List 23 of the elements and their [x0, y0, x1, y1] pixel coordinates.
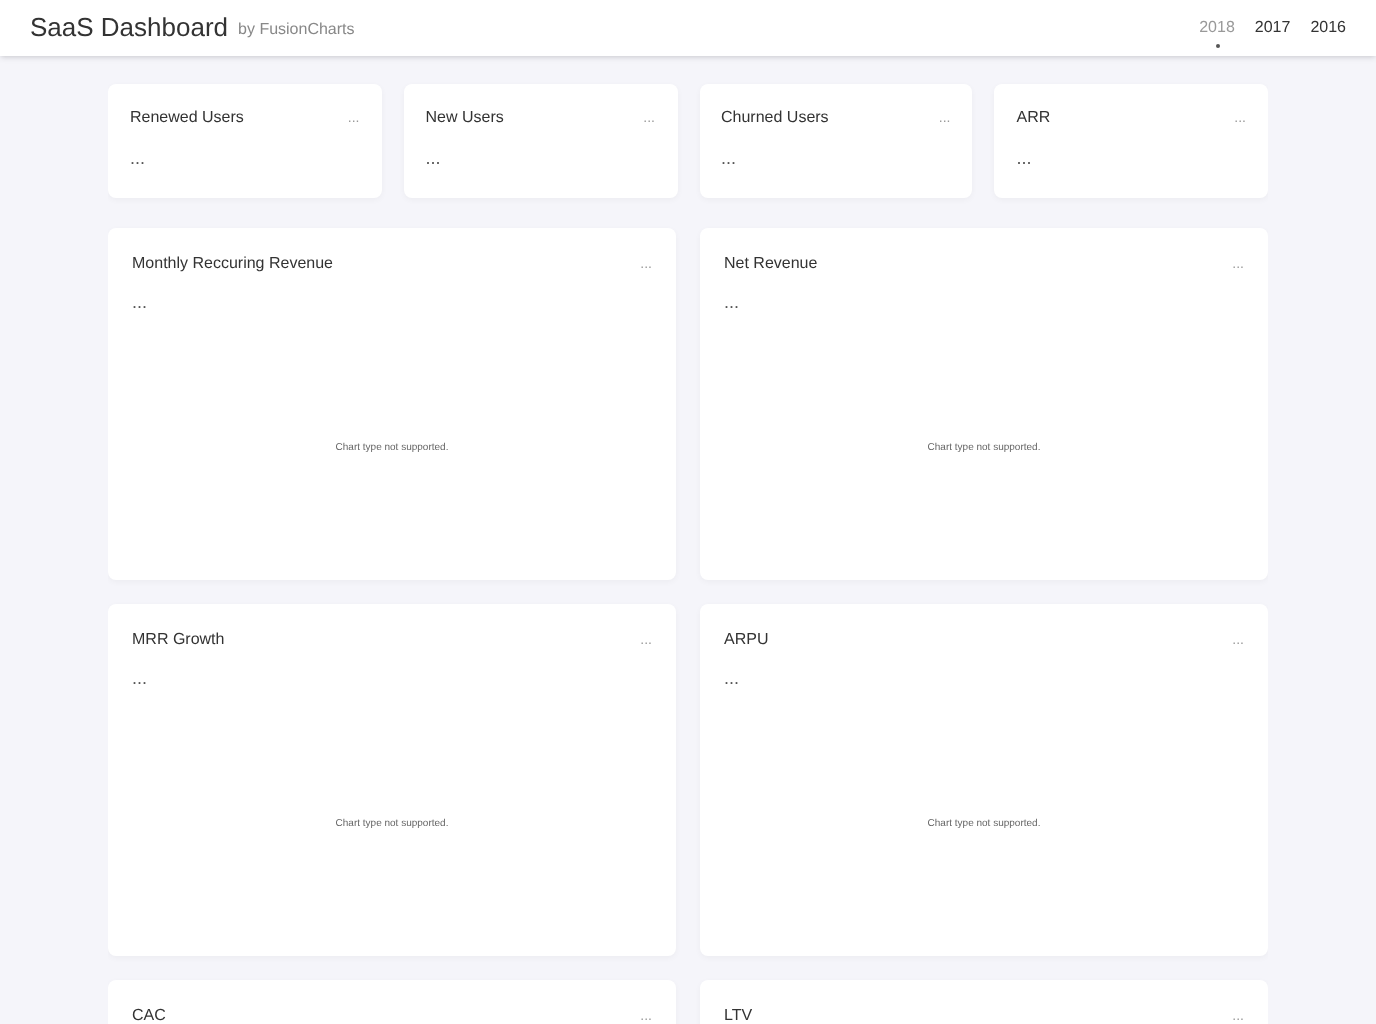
card-title: Renewed Users [130, 106, 244, 130]
card-value: ... [130, 146, 148, 172]
year-tab[interactable]: 2018 [1199, 16, 1235, 50]
card-title: New Users [425, 106, 504, 130]
card-value: ... [724, 666, 742, 692]
card-value: ... [721, 146, 739, 172]
year-tab[interactable]: 2016 [1310, 16, 1346, 50]
card-title: LTV [724, 1004, 753, 1024]
card-title: Churned Users [721, 106, 829, 130]
app-subtitle: by FusionCharts [238, 18, 355, 42]
card-title: CAC [132, 1004, 166, 1024]
card-title: MRR Growth [132, 628, 225, 652]
card-value: ... [1016, 146, 1034, 172]
card-value: ... [724, 290, 742, 316]
card-title: ARPU [724, 628, 769, 652]
card-title: ARR [1016, 106, 1051, 130]
year-tab[interactable]: 2017 [1254, 16, 1291, 50]
card-value: ... [132, 666, 150, 692]
card-value: ... [132, 290, 150, 316]
card-value: ... [425, 146, 443, 172]
card-title: Net Revenue [724, 252, 818, 276]
app-title: SaaS Dashboard [30, 10, 229, 47]
card-title: Monthly Reccuring Revenue [132, 252, 333, 276]
